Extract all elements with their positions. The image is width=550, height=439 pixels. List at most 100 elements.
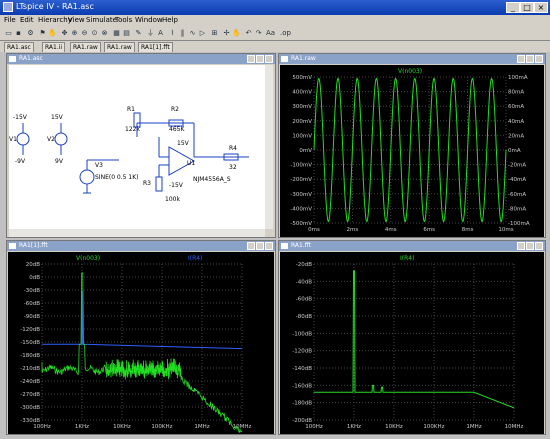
tab-ra1-asc[interactable]: RA1.asc xyxy=(4,42,34,52)
r3-value: 100k xyxy=(165,196,180,203)
v1-symbol xyxy=(16,132,30,146)
pan-icon[interactable]: ✥ xyxy=(60,28,69,38)
halt-icon[interactable]: ✋ xyxy=(48,28,57,38)
fft2-doc-icon xyxy=(281,243,288,249)
fft1-max-button[interactable] xyxy=(256,242,264,250)
fft1-y-tick: -150dB xyxy=(20,340,40,346)
drag-icon[interactable]: ✋ xyxy=(232,28,241,38)
time-y2-tick: -20mA xyxy=(508,163,526,169)
v2-symbol xyxy=(54,132,68,146)
fft2-y-tick: -60dB xyxy=(296,297,312,303)
fft2-y-tick: -40dB xyxy=(296,279,312,285)
fft1-close-button[interactable] xyxy=(265,242,273,250)
tab-bar: RA1.asc RA1.ii RA1.raw RA1.raw RA1[1].ff… xyxy=(0,41,550,52)
schematic-min-button[interactable] xyxy=(247,55,255,63)
autorange-icon[interactable]: ⊗ xyxy=(100,28,109,38)
schematic-hscrollbar[interactable] xyxy=(9,229,265,237)
fft1-y-tick: -270dB xyxy=(20,392,40,398)
fft2-y-tick: -180dB xyxy=(292,401,312,407)
menu-edit[interactable]: Edit xyxy=(20,16,34,24)
menu-window[interactable]: Window xyxy=(135,16,163,24)
resistor-icon[interactable]: ⌇ xyxy=(168,28,177,38)
fft1-y-tick: -60dB xyxy=(24,301,40,307)
schematic-close-button[interactable] xyxy=(265,55,273,63)
fft1-y-tick: -300dB xyxy=(20,405,40,411)
label-icon[interactable]: A xyxy=(156,28,165,38)
tab-ra1-ii[interactable]: RA1.ii xyxy=(42,42,66,52)
run-icon[interactable]: ⚑ xyxy=(38,28,47,38)
close-button[interactable]: × xyxy=(534,2,548,13)
schematic-window[interactable]: RA1.asc -15V V1 -9V 15V V2 9V R1 122k R2… xyxy=(6,53,276,238)
fft1-trace xyxy=(41,272,243,434)
schematic-canvas[interactable]: -15V V1 -9V 15V V2 9V R1 122k R2 465K 15… xyxy=(9,65,265,229)
menu-simulate[interactable]: Simulate xyxy=(86,16,117,24)
undo-icon[interactable]: ↶ xyxy=(244,28,253,38)
fft1-x-tick: 10KHz xyxy=(113,424,131,430)
v3-label: V3 xyxy=(95,162,103,169)
wire-icon[interactable]: ✎ xyxy=(134,28,143,38)
maximize-button[interactable]: □ xyxy=(520,2,534,13)
time-plot-max-button[interactable] xyxy=(526,55,534,63)
zoom-fit-icon[interactable]: ⊙ xyxy=(90,28,99,38)
menu-file[interactable]: File xyxy=(4,16,16,24)
fft2-plot-window[interactable]: RA1.fft -20dB -40dB -60dB -80dB -100dB -120dB… xyxy=(278,240,546,435)
time-y-tick: 400mV xyxy=(292,90,312,96)
v2-top-label: 15V xyxy=(51,114,64,121)
tab-ra1-raw[interactable]: RA1.raw xyxy=(70,42,101,52)
tab-ra1-fft[interactable]: RA1[1].fft xyxy=(138,42,173,52)
fft1-y-tick: -30dB xyxy=(24,288,40,294)
redo-icon[interactable]: ↷ xyxy=(254,28,263,38)
time-plot-window[interactable]: RA1.raw 500mV 400mV 300mV 200mV 100mV 0mV -100… xyxy=(278,53,546,238)
zoom-in-icon[interactable]: ⊕ xyxy=(70,28,79,38)
fft2-x-tick: 10MHz xyxy=(505,424,524,430)
time-x-tick: 2ms xyxy=(347,227,359,233)
schematic-doc-icon xyxy=(9,56,16,62)
time-plot-min-button[interactable] xyxy=(517,55,525,63)
time-plot-titlebar: RA1.raw xyxy=(279,54,545,64)
fft2-x-tick: 1MHz xyxy=(466,424,481,430)
time-trace xyxy=(313,77,507,223)
capacitor-icon[interactable]: ‖ xyxy=(178,28,187,38)
save-icon[interactable]: ▪ xyxy=(14,28,23,38)
fft2-min-button[interactable] xyxy=(517,242,525,250)
move-icon[interactable]: ✢ xyxy=(222,28,231,38)
schematic-vscrollbar[interactable] xyxy=(265,65,273,229)
r3-symbol xyxy=(155,176,163,192)
menu-hierarchy[interactable]: Hierarchy xyxy=(38,16,72,24)
schematic-max-button[interactable] xyxy=(256,55,264,63)
inductor-icon[interactable]: ∿ xyxy=(188,28,197,38)
ground-icon[interactable]: ⏚ xyxy=(146,28,155,38)
time-plot-area[interactable]: 500mV 400mV 300mV 200mV 100mV 0mV -100mV -200mV… xyxy=(280,65,544,237)
control-panel-icon[interactable]: ⚙ xyxy=(26,28,35,38)
tab-ra1-raw-2[interactable]: RA1.raw xyxy=(104,42,135,52)
fft1-x-tick: 100KHz xyxy=(151,424,172,430)
tile-icon[interactable]: ▦ xyxy=(112,28,121,38)
spice-directive-icon[interactable]: .op xyxy=(280,28,291,38)
fft1-title: RA1[1].fft xyxy=(19,242,48,249)
cascade-icon[interactable]: ▤ xyxy=(122,28,131,38)
time-y2-tick: 20mA xyxy=(508,133,524,139)
minimize-button[interactable]: _ xyxy=(506,2,520,13)
menu-help[interactable]: Help xyxy=(162,16,178,24)
menu-view[interactable]: View xyxy=(68,16,85,24)
window-title: LTspice IV - RA1.asc xyxy=(16,2,94,11)
diode-icon[interactable]: ▷ xyxy=(198,28,207,38)
time-plot-close-button[interactable] xyxy=(535,55,543,63)
time-y-tick: 0mV xyxy=(299,148,312,154)
zoom-out-icon[interactable]: ⊖ xyxy=(80,28,89,38)
open-icon[interactable]: ▭ xyxy=(4,28,13,38)
fft1-plot-area[interactable]: 20dB 0dB -30dB -60dB -90dB -120dB -150dB -180dB… xyxy=(8,252,274,434)
time-y2-tick: -80mA xyxy=(508,206,526,212)
component-icon[interactable]: ⊞ xyxy=(210,28,219,38)
fft2-close-button[interactable] xyxy=(535,242,543,250)
fft2-max-button[interactable] xyxy=(526,242,534,250)
text-icon[interactable]: Aa xyxy=(266,28,275,38)
fft1-plot-window[interactable]: RA1[1].fft 20dB 0dB -30dB -60dB -90dB -120dB -… xyxy=(6,240,276,435)
fft2-plot-area[interactable]: -20dB -40dB -60dB -80dB -100dB -120dB -140dB -1… xyxy=(280,252,544,434)
fft1-y-tick: -120dB xyxy=(20,327,40,333)
time-x-tick: 6ms xyxy=(423,227,435,233)
time-x-tick: 10ms xyxy=(498,227,513,233)
fft2-plot-svg: -20dB -40dB -60dB -80dB -100dB -120dB -140dB -1… xyxy=(292,255,524,430)
fft1-min-button[interactable] xyxy=(247,242,255,250)
menu-tools[interactable]: Tools xyxy=(115,16,132,24)
